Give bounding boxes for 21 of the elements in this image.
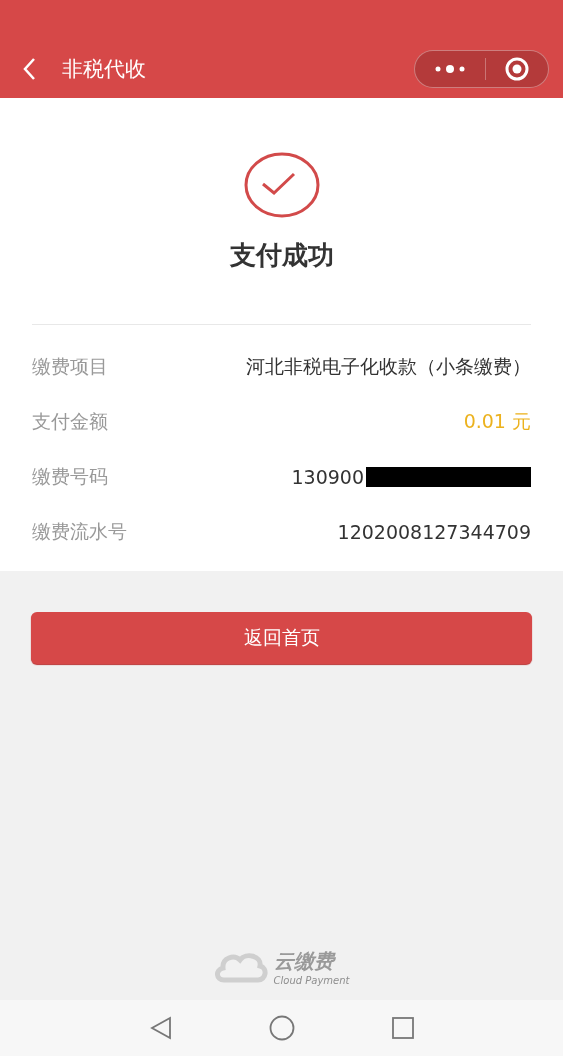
detail-value: 0.01 元: [463, 408, 531, 434]
detail-value: 1202008127344709: [337, 520, 531, 543]
home-circle-icon[interactable]: [268, 1015, 295, 1041]
recents-square-icon[interactable]: [390, 1016, 415, 1040]
page-title: 非税代收: [62, 56, 147, 83]
brand-name: 云缴费: [273, 948, 337, 975]
detail-label: 缴费号码: [32, 463, 108, 489]
more-icon[interactable]: [433, 64, 467, 74]
result-title: 支付成功: [229, 239, 334, 272]
brand-tagline: Cloud Payment: [273, 975, 350, 986]
detail-value: 130900: [291, 465, 364, 488]
cloud-icon: [213, 950, 268, 984]
close-target-icon[interactable]: [504, 56, 530, 82]
detail-value: 河北非税电子化收款（小条缴费）: [246, 353, 531, 379]
detail-label: 支付金额: [32, 408, 108, 434]
home-button[interactable]: 返回首页: [31, 612, 532, 664]
checkmark-icon: [243, 152, 320, 218]
detail-label: 缴费流水号: [32, 518, 127, 544]
back-icon[interactable]: [22, 57, 36, 81]
back-triangle-icon[interactable]: [148, 1016, 173, 1040]
detail-label: 缴费项目: [32, 353, 108, 379]
